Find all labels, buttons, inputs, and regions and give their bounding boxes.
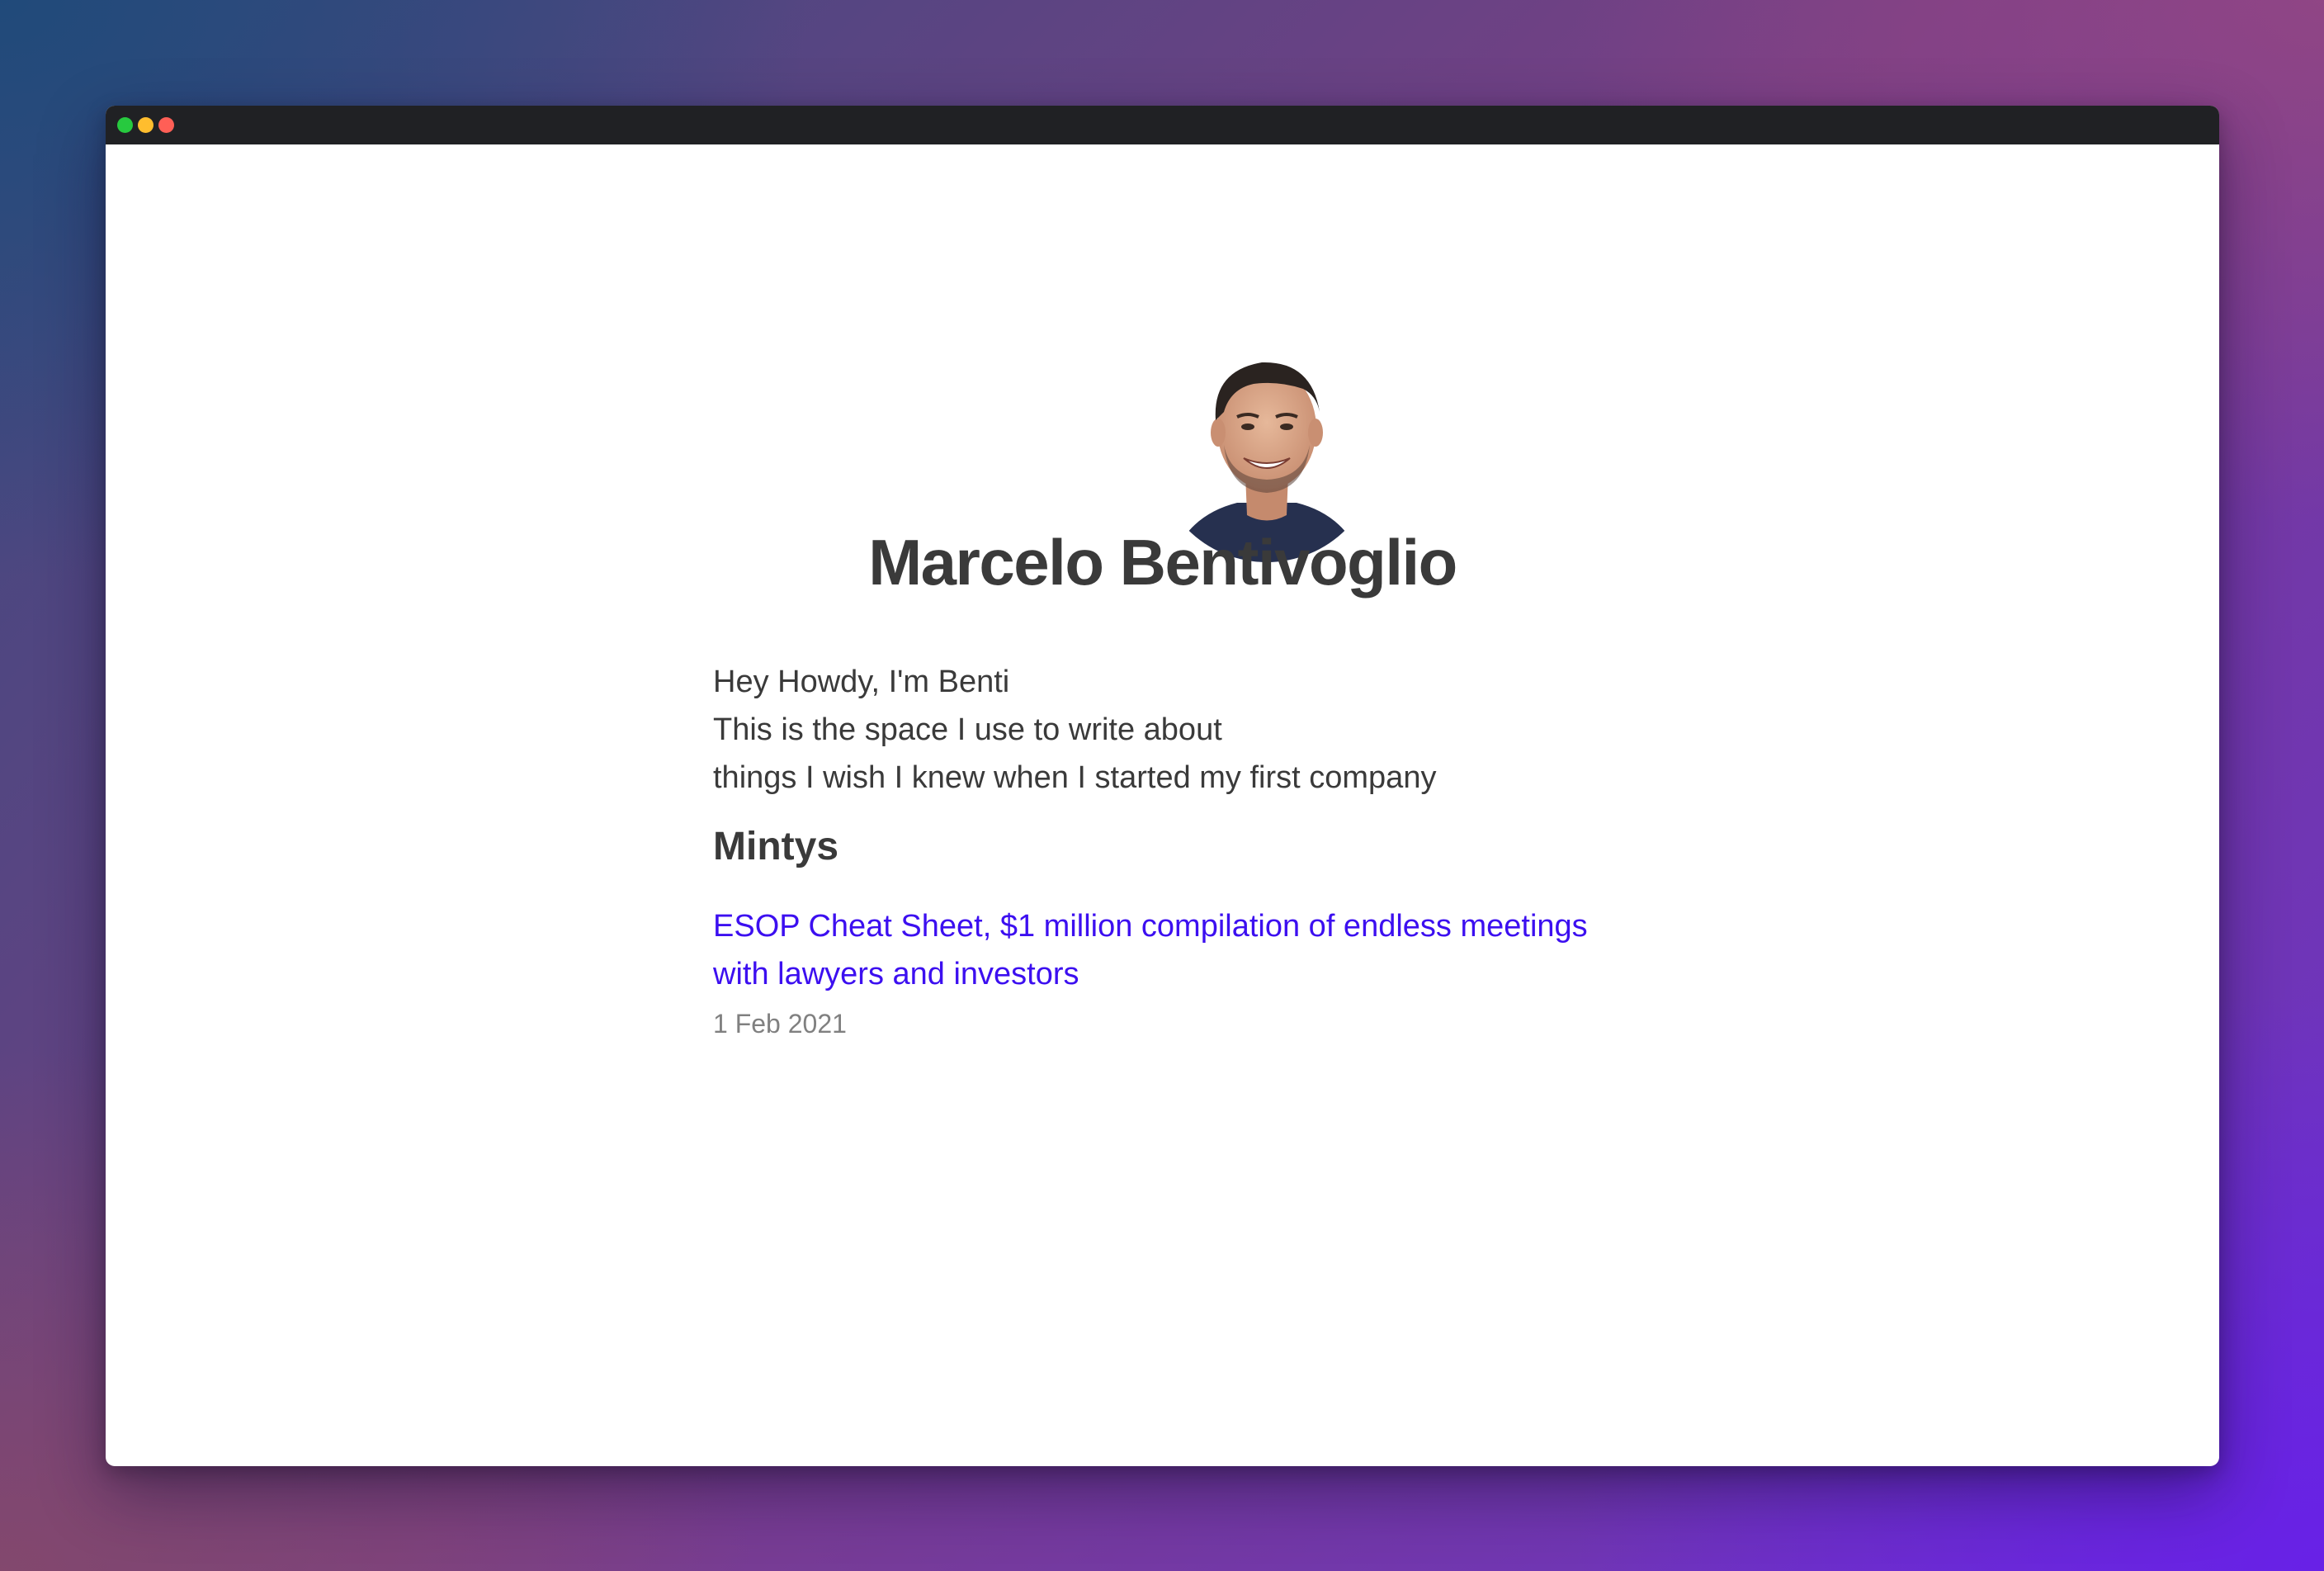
post-link[interactable]: ESOP Cheat Sheet, $1 million compilation… (713, 902, 1621, 998)
minimize-button[interactable] (138, 117, 154, 133)
intro-text: Hey Howdy, I'm Benti This is the space I… (713, 658, 1436, 802)
window-titlebar (106, 106, 2219, 144)
page-content: Marcelo Bentivoglio Hey Howdy, I'm Benti… (106, 144, 2219, 1466)
post-date: 1 Feb 2021 (713, 1009, 847, 1039)
profile-name: Marcelo Bentivoglio (868, 526, 1457, 599)
section-title: Mintys (713, 825, 839, 868)
intro-line: This is the space I use to write about (713, 712, 1222, 747)
close-button[interactable] (158, 117, 174, 133)
intro-line: things I wish I knew when I started my f… (713, 760, 1437, 795)
maximize-button[interactable] (117, 117, 133, 133)
intro-line: Hey Howdy, I'm Benti (713, 665, 1010, 699)
browser-window: Marcelo Bentivoglio Hey Howdy, I'm Benti… (106, 106, 2219, 1466)
